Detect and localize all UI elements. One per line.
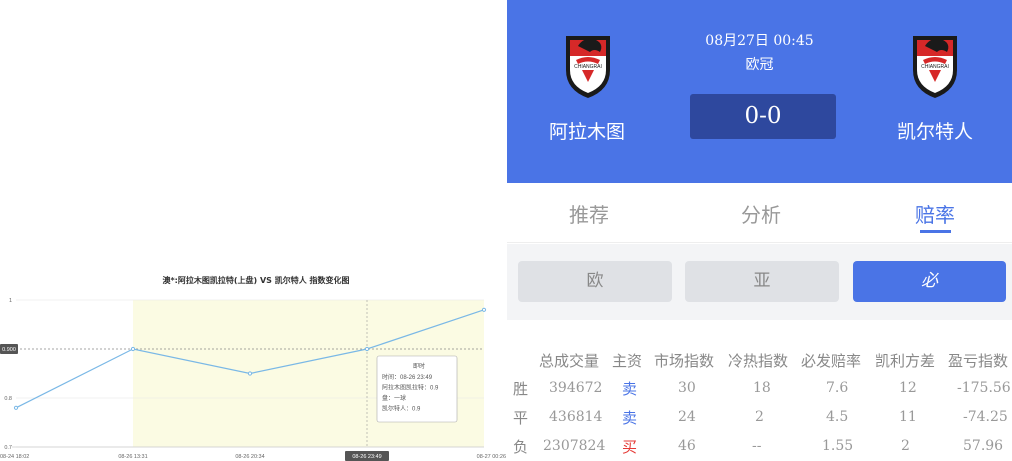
table-cell: 12 — [899, 380, 917, 396]
data-point — [13, 405, 19, 410]
row-label-draw: 平 — [513, 409, 529, 427]
tooltip-line: 阿拉木图凯拉特：0.9 — [382, 384, 439, 392]
header-market-index: 市场指数 — [654, 352, 715, 370]
header-volume: 总成交量 — [539, 352, 600, 370]
y-tick-label: 0.900 — [2, 347, 16, 353]
header-main-fund: 主资 — [612, 352, 643, 370]
odds-change-chart: 澳*:阿拉木图凯拉特(上盘) VS 凯尔特人 指数变化图 1 0.900 0.8 0.… — [0, 0, 507, 461]
tab-recommend[interactable]: 推荐 — [569, 199, 609, 228]
y-tick-label: 0.8 — [4, 396, 12, 402]
table-cell: 57.96 — [963, 438, 1004, 454]
tooltip-line: 盘：一球 — [382, 394, 406, 402]
table-cell: 7.6 — [826, 380, 849, 396]
table-cell: 11 — [899, 409, 917, 425]
table-cell: 18 — [753, 380, 771, 396]
main-tabs: 推荐 分析 赔率 — [507, 183, 1012, 243]
row-label-win: 胜 — [513, 380, 529, 398]
y-tick-label: 0.7 — [4, 445, 12, 451]
tab-analysis[interactable]: 分析 — [741, 199, 781, 228]
table-cell: -175.56 — [957, 380, 1011, 396]
table-cell: 1.55 — [822, 438, 854, 454]
table-cell: 46 — [678, 438, 696, 454]
header-profit-loss: 盈亏指数 — [948, 352, 1009, 370]
x-tick-label: 08-24 18:02 — [0, 454, 29, 460]
data-point — [130, 346, 136, 352]
table-cell: 2307824 — [543, 438, 606, 454]
table-cell: 436814 — [549, 409, 603, 425]
table-cell: -- — [752, 438, 762, 454]
x-tick-label: 08-27 00:26 — [477, 454, 506, 460]
tooltip-line: 时间：08-26 23:49 — [382, 373, 433, 381]
chart-svg: 澳*:阿拉木图凯拉特(上盘) VS 凯尔特人 指数变化图 1 0.900 0.8 0.… — [0, 275, 506, 461]
odds-type-tabs: 欧 亚 必 — [507, 244, 1012, 320]
table-cell: 30 — [678, 380, 696, 396]
home-team-name[interactable]: 阿拉木图 — [549, 117, 625, 144]
table-cell: 卖 — [622, 380, 638, 398]
table-cell: -74.25 — [963, 409, 1008, 425]
away-team-name[interactable]: 凯尔特人 — [897, 117, 973, 144]
data-point — [364, 346, 370, 352]
match-datetime: 08月27日 00:45 — [705, 33, 814, 49]
x-tick-label: 08-26 13:31 — [118, 454, 147, 460]
table-cell: 2 — [901, 438, 910, 454]
y-tick-label: 1 — [9, 298, 12, 304]
subtab-european[interactable]: 欧 — [518, 261, 672, 302]
table-cell: 2 — [755, 409, 764, 425]
table-cell: 394672 — [549, 380, 603, 396]
data-point — [481, 307, 487, 312]
subtab-betfair[interactable]: 必 — [853, 261, 1006, 302]
match-panel: CHIANGRAI CHIANGRAI 08月27日 00:45 欧冠 0-0 … — [507, 0, 1012, 461]
chart-title: 澳*:阿拉木图凯拉特(上盘) VS 凯尔特人 指数变化图 — [162, 275, 349, 285]
x-tick-label: 08-26 20:34 — [235, 454, 264, 460]
match-league: 欧冠 — [745, 57, 774, 73]
table-cell: 4.5 — [826, 409, 849, 425]
row-label-lose: 负 — [513, 438, 529, 456]
x-tick-label: 08-26 23:49 — [352, 454, 381, 460]
tooltip-title: 即时 — [413, 362, 425, 370]
tooltip-line: 凯尔特人：0.9 — [382, 405, 421, 413]
header-heat-index: 冷热指数 — [728, 352, 789, 370]
match-header: CHIANGRAI CHIANGRAI 08月27日 00:45 欧冠 0-0 … — [507, 0, 1012, 183]
header-betfair-odds: 必发赔率 — [801, 352, 862, 370]
table-cell: 24 — [678, 409, 696, 425]
tab-odds[interactable]: 赔率 — [915, 199, 955, 228]
header-kelly: 凯利方差 — [875, 352, 936, 370]
score-box: 0-0 — [690, 94, 836, 139]
data-point — [247, 371, 253, 376]
subtab-asian[interactable]: 亚 — [685, 261, 839, 302]
table-cell: 卖 — [622, 409, 638, 427]
table-cell: 买 — [622, 438, 638, 456]
active-tab-indicator — [920, 230, 951, 233]
